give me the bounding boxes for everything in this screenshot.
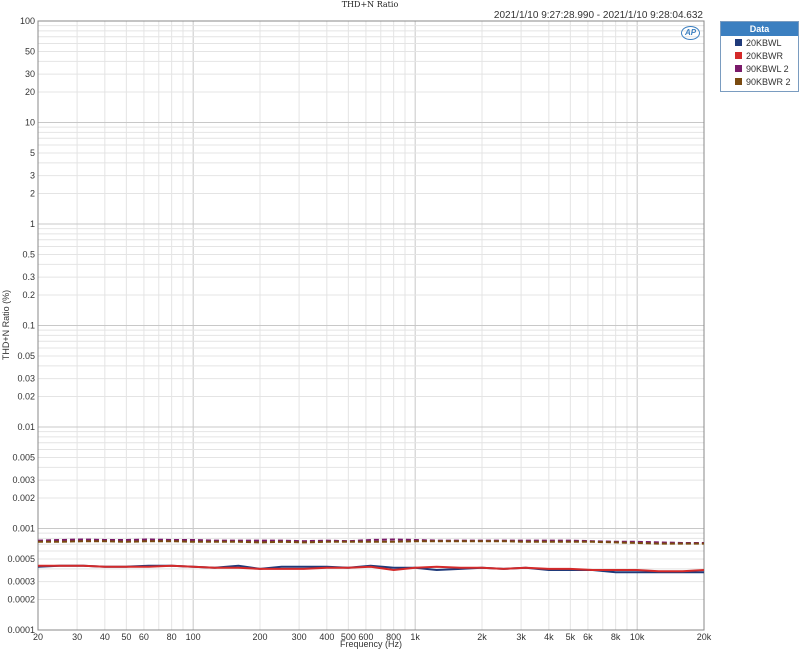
x-tick-label: 30 [72,632,82,642]
x-tick-label: 2k [477,632,487,642]
y-tick-label: 0.3 [22,272,35,282]
y-axis-title: THD+N Ratio (%) [1,290,11,360]
y-tick-label: 0.5 [22,250,35,260]
y-tick-label: 0.0002 [7,594,35,604]
x-tick-label: 200 [252,632,267,642]
legend-swatch [735,52,742,59]
legend-item[interactable]: 20KBWR [721,49,798,62]
series-line [38,540,704,545]
x-tick-label: 300 [292,632,307,642]
y-tick-label: 0.0005 [7,554,35,564]
legend-swatch [735,39,742,46]
y-tick-label: 30 [25,69,35,79]
x-tick-label: 40 [100,632,110,642]
x-tick-label: 20k [697,632,712,642]
legend-item[interactable]: 20KBWL [721,36,798,49]
y-tick-label: 0.03 [17,374,35,384]
legend-swatch [735,78,742,85]
legend-item[interactable]: 90KBWL 2 [721,62,798,75]
x-tick-label: 100 [186,632,201,642]
y-tick-label: 0.05 [17,351,35,361]
y-tick-label: 0.003 [12,475,35,485]
y-tick-label: 0.01 [17,422,35,432]
x-tick-label: 6k [583,632,593,642]
legend-label: 20KBWL [746,37,782,48]
x-tick-label: 10k [630,632,645,642]
y-tick-label: 0.02 [17,391,35,401]
x-tick-label: 8k [611,632,621,642]
y-tick-label: 3 [30,171,35,181]
y-tick-label: 0.1 [22,321,35,331]
chart-title: THD+N Ratio [342,0,399,9]
y-tick-label: 0.001 [12,524,35,534]
y-tick-label: 0.002 [12,493,35,503]
legend-label: 90KBWR 2 [746,76,791,87]
legend-header: Data [721,22,798,36]
y-tick-label: 0.0003 [7,577,35,587]
x-tick-label: 3k [516,632,526,642]
y-axis-ticks: 100 50 30 20 10 5 3 2 1 0.5 0.3 0.2 0.1 0.05 0.03 0.02 0… [7,16,35,635]
y-tick-label: 50 [25,47,35,57]
x-tick-label: 50 [121,632,131,642]
x-axis-title: Frequency (Hz) [340,639,402,649]
chart-area: THD+N Ratio 2021/1/10 9:27:28.990 - 2021… [1,0,712,649]
legend-swatch [735,65,742,72]
y-tick-label: 10 [25,118,35,128]
legend: Data 20KBWL 20KBWR 90KBWL 2 90KBWR 2 [720,21,799,92]
y-tick-label: 20 [25,87,35,97]
ap-logo-icon: AP [681,26,700,40]
x-tick-label: 5k [566,632,576,642]
timestamp-range: 2021/1/10 9:27:28.990 - 2021/1/10 9:28:0… [494,10,704,21]
legend-label: 20KBWR [746,50,784,61]
x-tick-label: 4k [544,632,554,642]
y-tick-label: 100 [20,16,35,26]
legend-label: 90KBWL 2 [746,63,789,74]
legend-item[interactable]: 90KBWR 2 [721,75,798,88]
x-tick-label: 60 [139,632,149,642]
y-tick-label: 2 [30,188,35,198]
y-tick-label: 0.2 [22,290,35,300]
y-tick-label: 0.005 [12,453,35,463]
x-tick-label: 1k [410,632,420,642]
y-tick-label: 1 [30,219,35,229]
grid-lines [37,20,705,631]
x-tick-label: 400 [319,632,334,642]
y-tick-label: 5 [30,148,35,158]
y-tick-label: 0.0001 [7,625,35,635]
x-tick-label: 80 [167,632,177,642]
